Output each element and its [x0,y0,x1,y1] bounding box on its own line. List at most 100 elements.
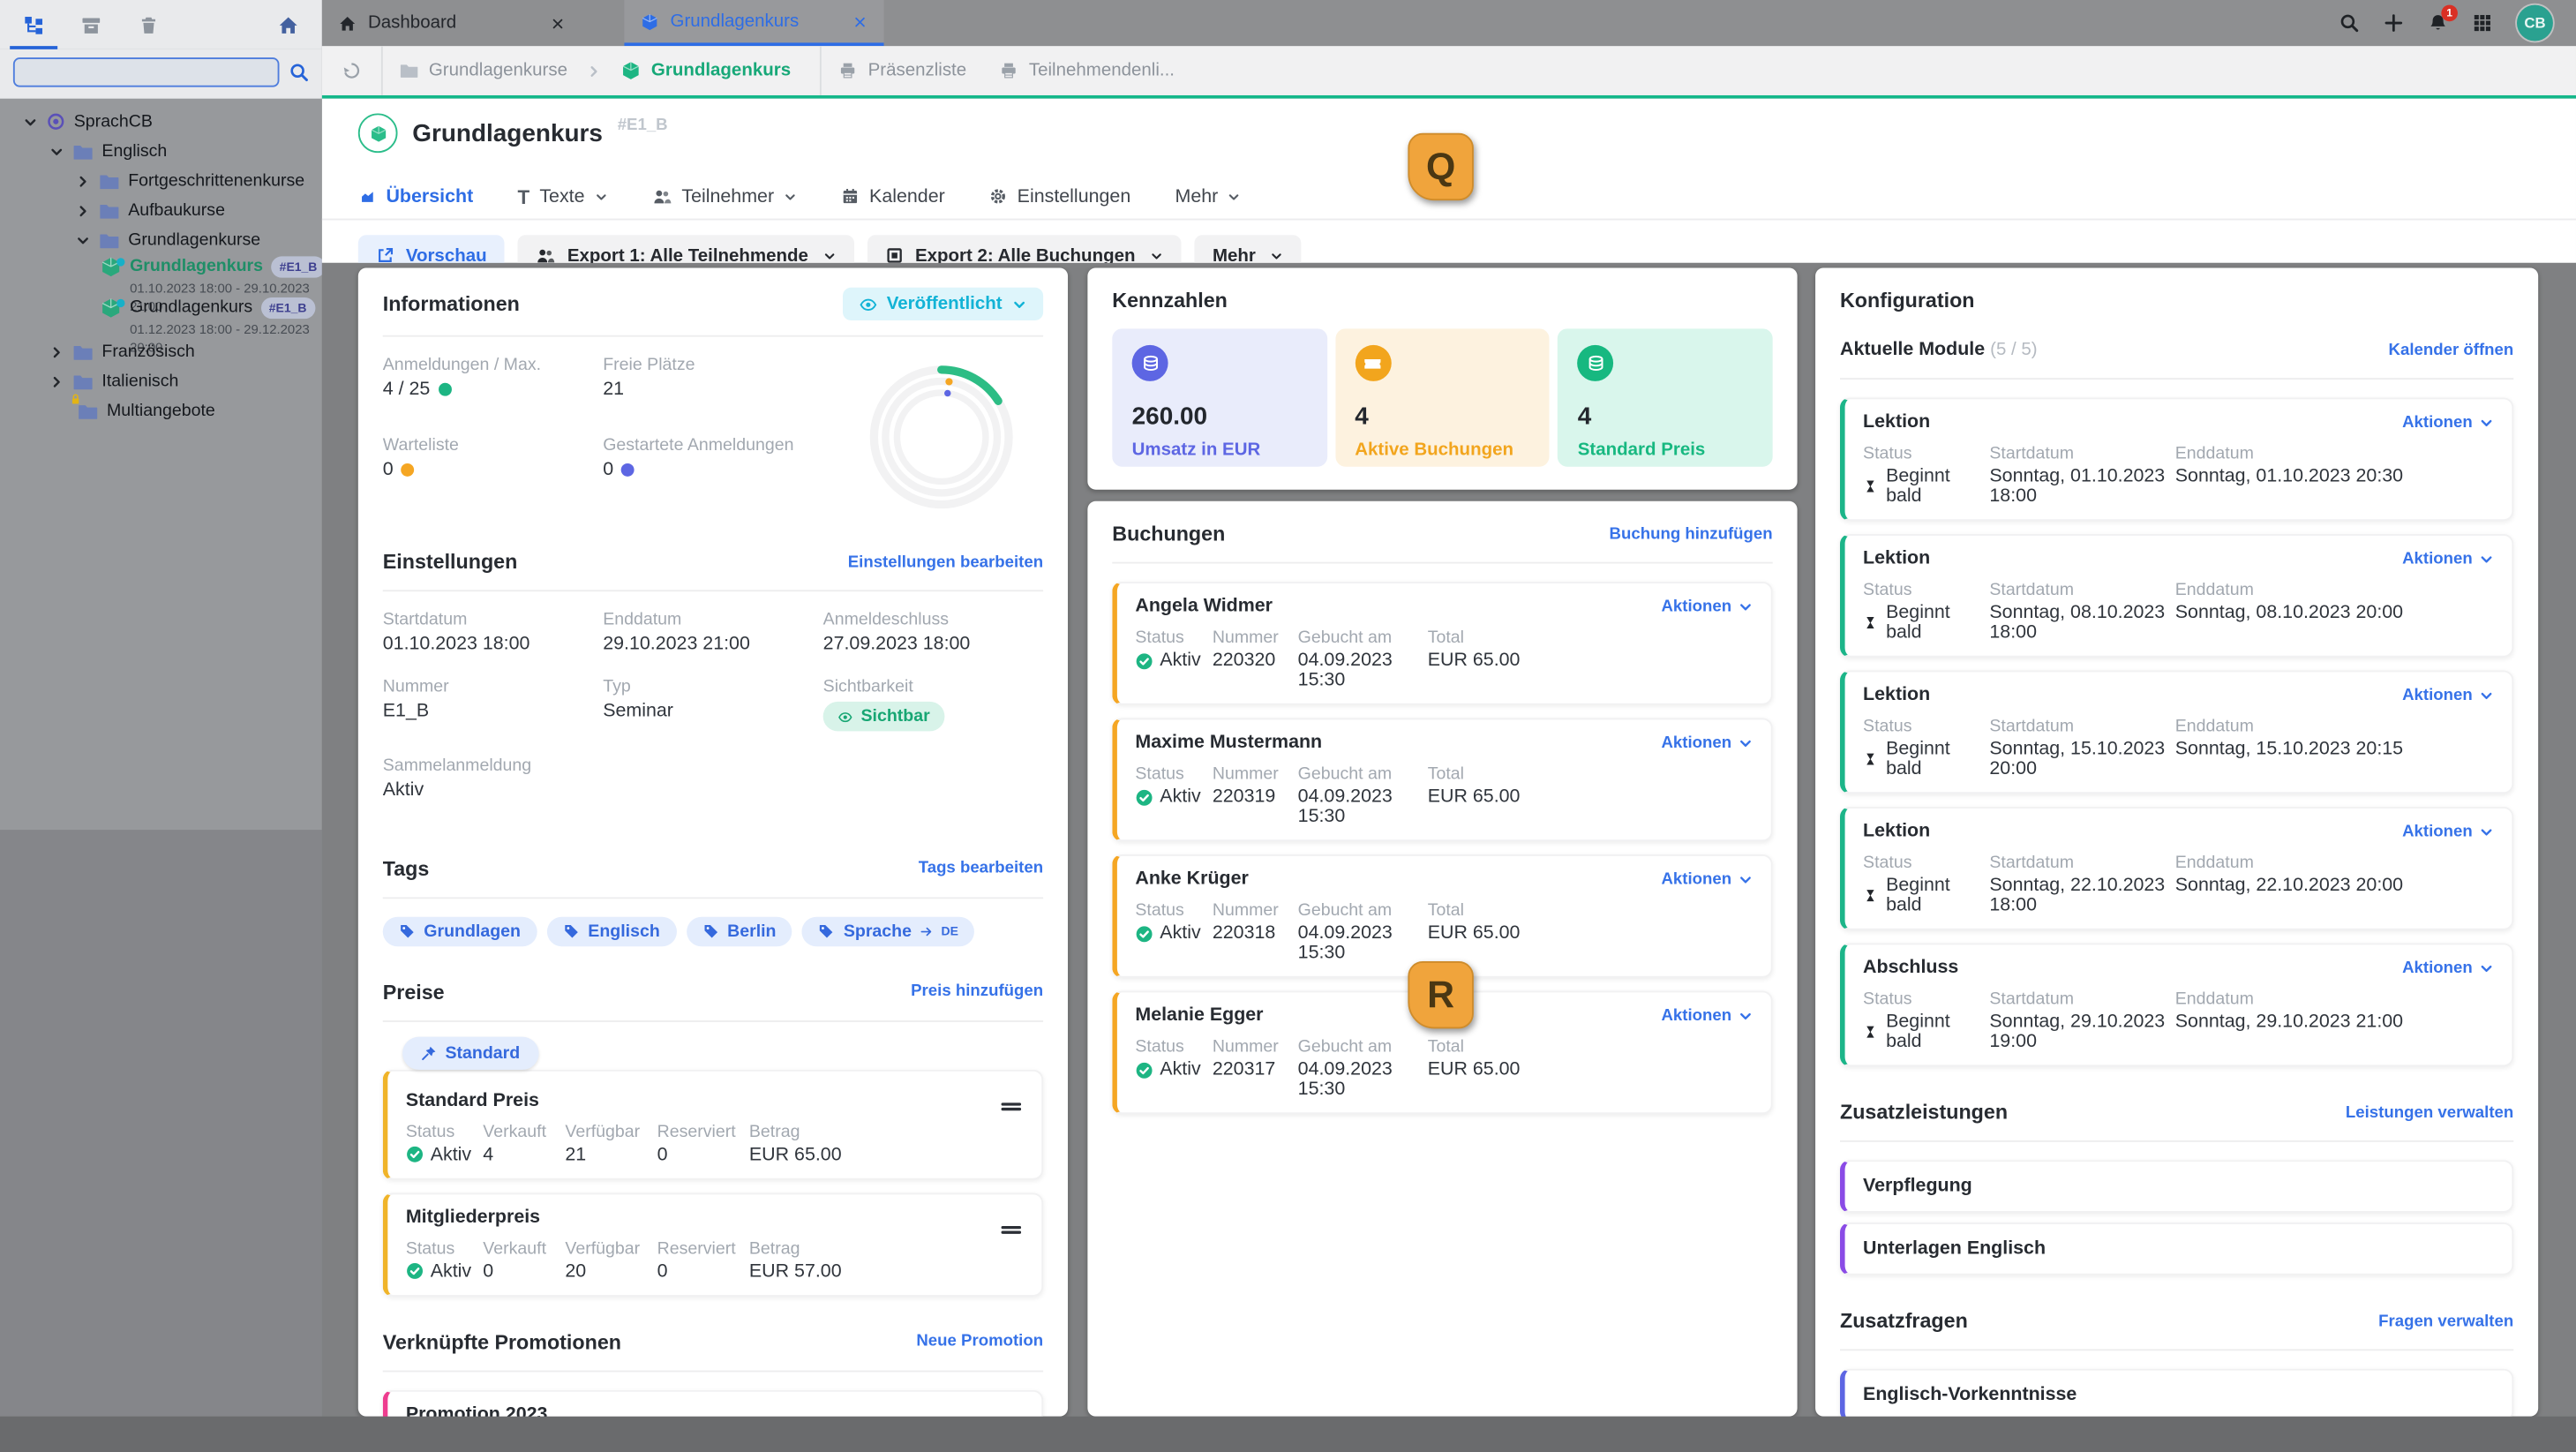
ticket-icon [1355,345,1391,381]
aktionen-dropdown[interactable]: Aktionen [1661,734,1753,752]
trash-icon[interactable] [138,0,159,49]
nav-label: Kalender [869,186,945,206]
leistungen-verwalten-link[interactable]: Leistungen verwalten [2346,1103,2513,1121]
tree-label: Fortgeschrittenenkurse [128,171,304,191]
history-icon[interactable] [322,61,381,80]
tree-item-fortgeschrittenenkurse[interactable]: Fortgeschrittenenkurse [0,166,322,196]
module-card: Lektion Aktionen StatusBeginnt bald Star… [1840,534,2513,658]
sidebar-search-input[interactable] [13,57,280,87]
archive-icon[interactable] [80,0,101,49]
aktionen-dropdown[interactable]: Aktionen [2402,414,2494,432]
tag-englisch[interactable]: Englisch [547,916,677,946]
kalender-oeffnen-link[interactable]: Kalender öffnen [2389,341,2514,358]
tags-bearbeiten-link[interactable]: Tags bearbeiten [919,860,1043,877]
buchung-hinzufuegen-link[interactable]: Buchung hinzufügen [1610,525,1773,543]
chevron-down-icon[interactable] [76,232,91,247]
section-title: Informationen [383,292,520,315]
tree-item-sprachcb[interactable]: SprachCB [0,107,322,137]
sidebar-search [0,49,322,99]
tag-berlin[interactable]: Berlin [687,916,793,946]
publish-status-dropdown[interactable]: Veröffentlicht [842,288,1043,320]
close-icon[interactable] [551,16,566,31]
tab-grundlagenkurs[interactable]: Grundlagenkurs [624,0,883,46]
action-teilnehmendenliste[interactable]: Teilnehmendenli... [983,61,1191,80]
aktionen-dropdown[interactable]: Aktionen [2402,551,2494,568]
tree-item-grundlagenkurse[interactable]: Grundlagenkurse [0,225,322,255]
annotation-marker-r[interactable]: R [1408,961,1473,1028]
close-icon[interactable] [852,14,867,29]
chevron-right-icon[interactable] [76,203,91,218]
search-icon[interactable] [2339,13,2359,33]
aktionen-dropdown[interactable]: Aktionen [2402,687,2494,704]
chevron-down-icon[interactable] [49,144,64,159]
tab-label: Grundlagenkurs [671,11,842,31]
folder-icon [72,341,94,362]
neue-promotion-link[interactable]: Neue Promotion [916,1333,1043,1350]
preis-hinzufuegen-link[interactable]: Preis hinzufügen [911,982,1043,1000]
kennzahlen-panel: Kennzahlen 260.00 Umsatz in EUR 4 Aktive… [1087,267,1797,489]
aktionen-dropdown[interactable]: Aktionen [1661,871,1753,889]
aktionen-dropdown[interactable]: Aktionen [1661,1007,1753,1025]
aktionen-dropdown[interactable]: Aktionen [1661,598,1753,616]
hourglass-icon [1863,751,1878,768]
field-anmeldeschluss: Anmeldeschluss27.09.2023 18:00 [823,610,1043,654]
leistung-card: Verpflegung [1840,1160,2513,1213]
tab-kalender[interactable]: Kalender [841,186,944,206]
tree-item-grundlagenkurs-2[interactable]: Grundlagenkurs#E1_B 01.12.2023 18:00 - 2… [0,296,322,337]
tree-item-italienisch[interactable]: Italienisch [0,366,322,396]
tree-item-aufbaukurse[interactable]: Aufbaukurse [0,196,322,226]
module-card: Lektion Aktionen StatusBeginnt bald Star… [1840,807,2513,930]
capacity-donut-chart [862,358,1020,516]
tab-mehr[interactable]: Mehr [1175,186,1242,206]
tab-uebersicht[interactable]: Übersicht [358,186,473,206]
breadcrumb-item-grundlagenkurse[interactable]: Grundlagenkurse [383,61,584,80]
einstellungen-bearbeiten-link[interactable]: Einstellungen bearbeiten [848,553,1043,570]
avatar[interactable]: CB [2517,5,2553,41]
breadcrumb-label: Grundlagenkurse [429,61,567,80]
chevron-down-icon[interactable] [23,114,38,129]
tree-item-englisch[interactable]: Englisch [0,137,322,167]
action-label: Präsenzliste [868,61,967,80]
printer-icon [999,61,1018,80]
course-code-badge: #E1_B [271,256,322,277]
tag-grundlagen[interactable]: Grundlagen [383,916,537,946]
tree-item-grundlagenkurs-1[interactable]: Grundlagenkurs#E1_B 01.10.2023 18:00 - 2… [0,255,322,297]
module-name: Abschluss [1863,958,2494,977]
tab-teilnehmer[interactable]: Teilnehmer [652,186,797,206]
drag-handle[interactable] [999,1094,1024,1118]
breadcrumb-item-grundlagenkurs[interactable]: Grundlagenkurs [605,61,807,80]
tree-view-icon[interactable] [23,0,44,49]
plus-icon[interactable] [2384,13,2403,33]
fragen-verwalten-link[interactable]: Fragen verwalten [2378,1312,2513,1329]
grid-apps-icon[interactable] [2473,13,2492,33]
action-praesenzliste[interactable]: Präsenzliste [822,61,982,80]
search-icon[interactable] [289,63,309,82]
app-root: SprachCB Englisch Fortgeschrittenenkurse… [0,0,2576,1452]
chevron-right-icon[interactable] [49,344,64,359]
tree-item-multiangebote[interactable]: Multiangebote [0,396,322,426]
aktionen-dropdown[interactable]: Aktionen [2402,824,2494,841]
home-icon[interactable] [278,0,299,49]
chevron-right-icon[interactable] [49,374,64,389]
section-title: Preise [383,980,445,1003]
chevron-right-icon[interactable] [76,173,91,188]
tree-label: Aufbaukurse [128,200,225,220]
tab-dashboard[interactable]: Dashboard [322,0,582,46]
chevron-down-icon [2479,961,2494,976]
module-name: Lektion [1863,549,2494,568]
aktionen-dropdown[interactable]: Aktionen [2402,959,2494,977]
tag-sprache-de[interactable]: SpracheDE [802,916,974,946]
drag-handle[interactable] [999,1217,1024,1242]
coins-icon [1132,345,1168,381]
tab-texte[interactable]: T Texte [517,186,607,206]
price-card-mitglieder: Mitgliederpreis StatusAktiv Verkauft0 Ve… [383,1192,1043,1296]
card-icon [885,246,903,264]
tab-einstellungen[interactable]: Einstellungen [989,186,1130,206]
status-label: Veröffentlicht [887,294,1003,313]
booking-name: Maxime Mustermann [1135,733,1753,752]
tag-list: Grundlagen Englisch Berlin SpracheDE [383,916,1043,946]
bell-icon[interactable]: 1 [2428,13,2447,33]
annotation-marker-q[interactable]: Q [1408,133,1473,200]
module-name: Lektion [1863,412,2494,432]
kpi-aktive-buchungen: 4 Aktive Buchungen [1335,328,1550,466]
